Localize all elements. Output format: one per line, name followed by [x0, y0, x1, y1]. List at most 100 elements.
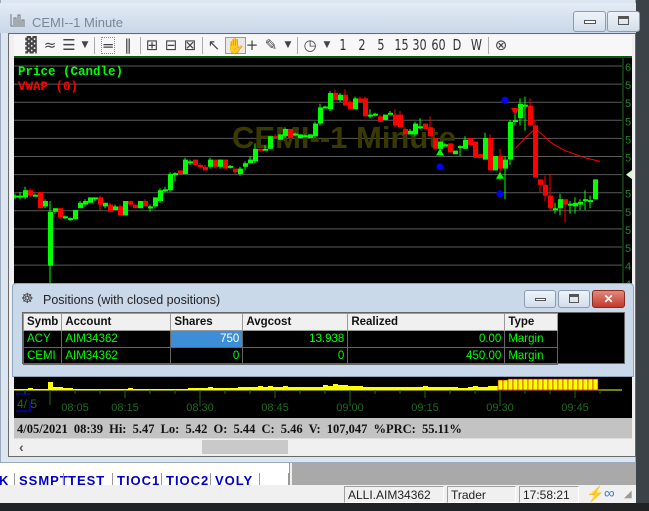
scrollbar-thumb[interactable] [202, 440, 288, 454]
tab-tioc1[interactable]: TIOC1 [112, 473, 160, 485]
hand-icon[interactable]: ✋ [225, 37, 246, 55]
interval-1-button[interactable]: 1 [338, 37, 349, 54]
volume-bar [38, 389, 43, 390]
volume-bar [353, 386, 358, 390]
cell-account[interactable]: AIM34362 [61, 347, 172, 365]
cell-realized[interactable]: 0.00 [347, 330, 506, 348]
candle-body [68, 218, 73, 221]
cell-avgcost[interactable]: 0 [242, 347, 349, 365]
candle-body [378, 116, 383, 122]
interval-30-button[interactable]: 30 [412, 37, 426, 54]
zoom-out-icon[interactable]: ⊠ [183, 37, 197, 54]
candle [138, 201, 143, 209]
tab-tioc2[interactable]: TIOC2 [161, 473, 209, 485]
column-header-type[interactable]: Type [504, 313, 559, 331]
tab-empty[interactable] [259, 473, 289, 485]
candle [53, 208, 58, 214]
positions-close-button[interactable]: ✕ [592, 290, 625, 308]
clock-icon[interactable]: ◷ [303, 37, 317, 54]
resize-grip-icon[interactable]: ◢ [624, 489, 632, 500]
candle [288, 129, 293, 138]
candle-body [48, 211, 53, 266]
volume-bar [443, 387, 448, 390]
volume-bar [313, 387, 318, 390]
chart-type-icon[interactable]: ▓ [24, 37, 38, 54]
candle-body [43, 201, 48, 207]
zoom-in-icon[interactable]: ⊞ [145, 37, 159, 54]
column-header-shares[interactable]: Shares [170, 313, 244, 331]
maximize-button[interactable] [607, 11, 640, 32]
watchlist-tabs: K SSMPT TEST TIOC1 TIOC2 VOLY [0, 463, 290, 485]
buy-signal-triangle [496, 171, 504, 179]
tab-test[interactable]: TEST [63, 473, 105, 485]
candle [193, 159, 198, 165]
column-header-symb[interactable]: Symb [22, 313, 63, 331]
candle-body [233, 168, 238, 173]
pencil-icon[interactable]: ✎ [264, 37, 278, 54]
candle [58, 208, 63, 219]
dropdown-icon[interactable]: ▼ [320, 37, 334, 54]
cell-type[interactable]: Margin [504, 330, 559, 348]
volume-bar [527, 378, 534, 391]
tab-voly[interactable]: VOLY [210, 473, 253, 485]
cell-symb[interactable]: ACY [22, 330, 63, 348]
candle [208, 157, 213, 169]
dropdown-icon[interactable]: ▼ [78, 37, 92, 54]
candle-body [473, 141, 478, 158]
zoom-fit-icon[interactable]: ⊟ [164, 37, 178, 54]
indicator-icon[interactable]: ☰ [62, 37, 76, 54]
candle [198, 163, 203, 169]
column-header-realized[interactable]: Realized [347, 313, 506, 331]
horizontal-split-icon[interactable]: ═ [101, 37, 115, 55]
minimize-button[interactable] [573, 11, 606, 32]
candle-body [433, 138, 438, 149]
tab-ssmpt[interactable]: SSMPT [14, 473, 69, 485]
interval-daily-button[interactable]: D [452, 37, 463, 54]
positions-table-container: Symb Account Shares Avgcost Realized Typ… [22, 312, 625, 365]
cell-type[interactable]: Margin [504, 347, 559, 365]
vertical-split-icon[interactable]: ‖ [121, 37, 135, 54]
candle-body [423, 123, 428, 129]
candle [83, 199, 88, 207]
legend-price[interactable]: Price (Candle) [18, 65, 123, 79]
horizontal-scrollbar[interactable]: ‹ [14, 438, 632, 455]
interval-weekly-button[interactable]: W [471, 37, 482, 54]
interval-2-button[interactable]: 2 [357, 37, 368, 54]
volume-bar [502, 379, 509, 391]
positions-maximize-button[interactable] [558, 290, 590, 308]
close-circle-icon[interactable]: ⊗ [494, 37, 508, 54]
volume-bar [368, 387, 373, 390]
legend-vwap[interactable]: VWAP (0) [18, 80, 78, 94]
interval-60-button[interactable]: 60 [431, 37, 445, 54]
column-header-account[interactable]: Account [61, 313, 172, 331]
candle [533, 120, 538, 178]
interval-5-button[interactable]: 5 [376, 37, 387, 54]
volume-bar [373, 387, 378, 390]
cell-realized[interactable]: 450.00 [347, 347, 506, 365]
cell-shares[interactable]: 0 [170, 347, 244, 365]
cell-shares[interactable]: 750 [170, 330, 244, 348]
cell-symb[interactable]: CEMI [22, 347, 63, 365]
positions-minimize-button[interactable] [524, 290, 556, 308]
chart-window-titlebar[interactable]: CEMI--1 Minute [0, 3, 640, 33]
volume-bar [198, 388, 203, 390]
table-row[interactable]: ACY AIM34362 750 13.938 0.00 Margin [22, 330, 559, 348]
cell-account[interactable]: AIM34362 [61, 330, 172, 348]
crosshair-icon[interactable]: + [245, 37, 259, 54]
candle [188, 159, 193, 165]
scroll-left-arrow-icon[interactable]: ‹ [19, 439, 24, 455]
column-header-avgcost[interactable]: Avgcost [242, 313, 349, 331]
cell-avgcost[interactable]: 13.938 [242, 330, 349, 348]
interval-15-button[interactable]: 15 [394, 37, 408, 54]
table-row[interactable]: CEMI AIM34362 0 0 450.00 Margin [22, 347, 559, 365]
candle-body [448, 143, 453, 153]
cursor-icon[interactable]: ↖ [207, 37, 221, 54]
candle-body [358, 98, 363, 102]
tab-k[interactable]: K [0, 473, 9, 485]
volume-bar [73, 389, 78, 390]
draw-style-icon[interactable]: ≈ [43, 37, 57, 54]
candle [478, 154, 483, 158]
dropdown-icon[interactable]: ▼ [281, 37, 295, 54]
candle [333, 89, 338, 101]
candle [38, 192, 43, 209]
